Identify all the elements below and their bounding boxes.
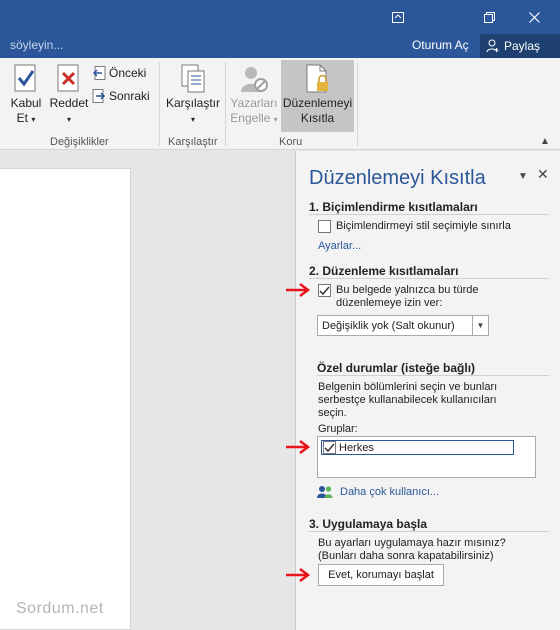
exceptions-desc-line3: seçin.: [318, 407, 347, 419]
restrict-editing-icon: [306, 64, 328, 93]
formatting-restriction-checkbox[interactable]: [318, 220, 331, 233]
close-pane-icon[interactable]: ✕: [537, 166, 549, 183]
pane-options-icon[interactable]: ▼: [518, 171, 528, 182]
checkmark-icon: [319, 286, 330, 295]
ribbon-separator: [225, 62, 226, 146]
ribbon: Kabul Et ▾ Reddet ▾ Önceki Sonraki Değiş…: [0, 58, 560, 150]
editing-restriction-label-line2: düzenlemeye izin ver:: [336, 297, 443, 309]
exceptions-desc-line1: Belgenin bölümlerini seçin ve bunları: [318, 381, 498, 393]
compare-group-label: Karşılaştır: [168, 136, 218, 148]
person-add-icon: [486, 39, 499, 53]
group-everyone-checkbox[interactable]: [323, 441, 336, 454]
restore-icon: [483, 11, 495, 23]
document-page[interactable]: [0, 168, 131, 630]
chevron-down-icon: ▾: [190, 115, 195, 124]
pane-title: Düzenlemeyi Kısıtla: [309, 167, 486, 189]
share-label: Paylaş: [504, 39, 541, 53]
reject-label: Reddet: [49, 96, 89, 110]
compare-button[interactable]: Karşılaştır ▾: [165, 64, 221, 132]
groups-label: Gruplar:: [318, 423, 358, 435]
block-authors-button[interactable]: Yazarları Engelle ▾: [229, 64, 279, 132]
annotation-arrow-icon: [286, 283, 311, 297]
users-icon: [317, 486, 333, 498]
section3-title: 3. Uygulamaya başla: [309, 517, 428, 531]
section2-title: 2. Düzenleme kısıtlamaları: [309, 264, 459, 278]
section3-desc-line1: Bu ayarları uygulamaya hazır mısınız?: [318, 537, 506, 549]
tell-me-search[interactable]: söyleyin...: [10, 38, 63, 52]
checkmark-icon: [324, 443, 335, 452]
formatting-restriction-label: Biçimlendirmeyi stil seçimiyle sınırla: [336, 220, 511, 232]
tell-me-bar: söyleyin... Oturum Aç Paylaş: [0, 34, 560, 58]
compare-label: Karşılaştır: [165, 96, 220, 110]
start-enforcing-button[interactable]: Evet, korumayı başlat: [318, 564, 444, 586]
chevron-down-icon[interactable]: ▼: [472, 316, 488, 335]
restrict-editing-label-line1: Düzenlemeyi: [282, 96, 353, 110]
group-item-everyone[interactable]: Herkes: [321, 440, 514, 455]
accept-button[interactable]: Kabul Et ▾: [8, 64, 44, 132]
groups-listbox[interactable]: Herkes: [317, 436, 536, 478]
previous-icon: [92, 65, 106, 80]
next-label: Sonraki: [109, 88, 150, 103]
section3-desc-line2: (Bunları daha sonra kapatabilirsiniz): [318, 550, 494, 562]
ribbon-display-options-button[interactable]: [376, 0, 420, 34]
close-icon: [528, 11, 540, 23]
sign-in-link[interactable]: Oturum Aç: [412, 38, 469, 52]
section-rule: [309, 278, 549, 279]
block-authors-label-line1: Yazarları: [230, 96, 278, 110]
more-users-link[interactable]: Daha çok kullanıcı...: [340, 486, 439, 498]
block-authors-label-line2: Engelle: [230, 111, 271, 125]
section-rule: [309, 531, 549, 532]
accept-label-line1: Kabul: [10, 96, 42, 110]
ribbon-display-icon: [392, 11, 404, 23]
annotation-arrow-icon: [286, 440, 311, 454]
section1-title: 1. Biçimlendirme kısıtlamaları: [309, 200, 478, 214]
watermark-text: Sordum.net: [16, 600, 104, 617]
chevron-down-icon: ▾: [31, 115, 36, 124]
next-icon: [92, 88, 106, 103]
reject-document-icon: [57, 64, 79, 92]
ribbon-separator: [159, 62, 160, 146]
settings-link[interactable]: Ayarlar...: [318, 240, 361, 252]
restrict-editing-pane: Düzenlemeyi Kısıtla ▼ ✕ 1. Biçimlendirme…: [295, 151, 560, 630]
reject-button[interactable]: Reddet ▾: [47, 64, 91, 132]
editing-restriction-checkbox[interactable]: [318, 284, 331, 297]
editing-type-select[interactable]: Değişiklik yok (Salt okunur) ▼: [317, 315, 489, 336]
chevron-down-icon: ▾: [66, 115, 71, 124]
editing-restriction-label-line1: Bu belgede yalnızca bu türde: [336, 284, 479, 296]
exceptions-title: Özel durumlar (isteğe bağlı): [317, 361, 476, 375]
section-rule: [309, 214, 549, 215]
exceptions-desc-line2: serbestçe kullanabilecek kullanıcıları: [318, 394, 497, 406]
changes-group-label: Değişiklikler: [50, 136, 109, 148]
previous-change-button[interactable]: Önceki: [92, 64, 146, 82]
restrict-editing-label-line2: Kısıtla: [300, 111, 335, 125]
restrict-editing-button[interactable]: Düzenlemeyi Kısıtla: [281, 60, 354, 132]
close-window-button[interactable]: [512, 0, 556, 34]
compare-icon: [181, 64, 205, 93]
group-everyone-label: Herkes: [339, 441, 374, 454]
accept-document-icon: [14, 64, 36, 92]
title-bar: [0, 0, 560, 34]
accept-label-line2: Et: [16, 111, 28, 125]
editing-type-value: Değişiklik yok (Salt okunur): [322, 319, 455, 332]
next-change-button[interactable]: Sonraki: [92, 87, 150, 105]
block-authors-icon: [241, 67, 268, 92]
section-rule: [317, 375, 549, 376]
share-button[interactable]: Paylaş: [480, 34, 560, 58]
restore-button[interactable]: [467, 0, 511, 34]
ribbon-separator: [357, 62, 358, 146]
collapse-ribbon-icon[interactable]: ▲: [540, 136, 550, 147]
annotation-arrow-icon: [286, 568, 311, 582]
previous-label: Önceki: [109, 65, 147, 80]
chevron-down-icon: ▾: [273, 115, 278, 124]
protect-group-label: Koru: [279, 136, 303, 148]
